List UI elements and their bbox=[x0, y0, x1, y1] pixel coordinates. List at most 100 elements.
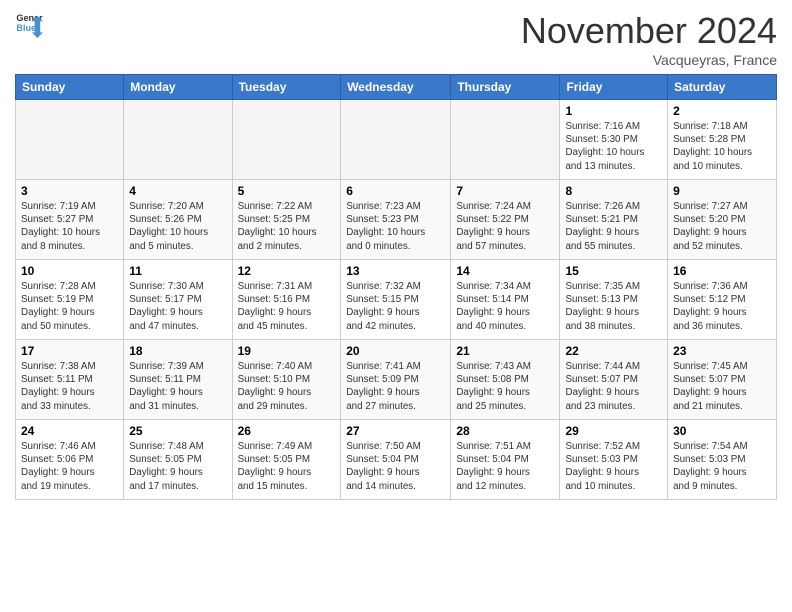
calendar-cell: 11 Sunrise: 7:30 AMSunset: 5:17 PMDayligh… bbox=[124, 260, 232, 340]
day-info: Sunrise: 7:46 AMSunset: 5:06 PMDaylight:… bbox=[21, 440, 118, 493]
month-title: November 2024 bbox=[521, 10, 777, 52]
calendar-cell: 19 Sunrise: 7:40 AMSunset: 5:10 PMDayligh… bbox=[232, 340, 341, 420]
day-info: Sunrise: 7:34 AMSunset: 5:14 PMDaylight:… bbox=[456, 280, 554, 333]
week-row-2: 3Sunrise: 7:19 AMSunset: 5:27 PMDaylight… bbox=[16, 180, 777, 260]
day-number: 29 bbox=[565, 424, 662, 438]
day-number: 8 bbox=[565, 184, 662, 198]
day-info: Sunrise: 7:45 AMSunset: 5:07 PMDaylight:… bbox=[673, 360, 771, 413]
day-number: 16 bbox=[673, 264, 771, 278]
logo-icon: General Blue bbox=[15, 10, 43, 38]
week-row-4: 17 Sunrise: 7:38 AMSunset: 5:11 PMDayligh… bbox=[16, 340, 777, 420]
day-number: 28 bbox=[456, 424, 554, 438]
day-info: Sunrise: 7:41 AMSunset: 5:09 PMDaylight:… bbox=[346, 360, 445, 413]
week-row-1: 1Sunrise: 7:16 AMSunset: 5:30 PMDaylight… bbox=[16, 100, 777, 180]
calendar-cell bbox=[232, 100, 341, 180]
week-row-5: 24 Sunrise: 7:46 AMSunset: 5:06 PMDayligh… bbox=[16, 420, 777, 500]
day-info: Sunrise: 7:24 AMSunset: 5:22 PMDaylight:… bbox=[456, 200, 554, 253]
calendar-cell: 9 Sunrise: 7:27 AMSunset: 5:20 PMDaylight… bbox=[668, 180, 777, 260]
calendar-cell bbox=[341, 100, 451, 180]
calendar-cell: 7 Sunrise: 7:24 AMSunset: 5:22 PMDaylight… bbox=[451, 180, 560, 260]
weekday-header-thursday: Thursday bbox=[451, 75, 560, 100]
day-info: Sunrise: 7:54 AMSunset: 5:03 PMDaylight:… bbox=[673, 440, 771, 493]
day-number: 6 bbox=[346, 184, 445, 198]
day-info: Sunrise: 7:40 AMSunset: 5:10 PMDaylight:… bbox=[238, 360, 336, 413]
day-number: 17 bbox=[21, 344, 118, 358]
main-container: General Blue November 2024 Vacqueyras, F… bbox=[0, 0, 792, 510]
calendar-cell: 30 Sunrise: 7:54 AMSunset: 5:03 PMDayligh… bbox=[668, 420, 777, 500]
day-info: Sunrise: 7:26 AMSunset: 5:21 PMDaylight:… bbox=[565, 200, 662, 253]
calendar-cell: 23 Sunrise: 7:45 AMSunset: 5:07 PMDayligh… bbox=[668, 340, 777, 420]
calendar-cell: 2 Sunrise: 7:18 AMSunset: 5:28 PMDaylight… bbox=[668, 100, 777, 180]
day-number: 25 bbox=[129, 424, 226, 438]
day-number: 12 bbox=[238, 264, 336, 278]
day-info: Sunrise: 7:28 AMSunset: 5:19 PMDaylight:… bbox=[21, 280, 118, 333]
day-info: Sunrise: 7:22 AMSunset: 5:25 PMDaylight:… bbox=[238, 200, 336, 253]
day-number: 21 bbox=[456, 344, 554, 358]
day-info: Sunrise: 7:23 AMSunset: 5:23 PMDaylight:… bbox=[346, 200, 445, 253]
day-number: 15 bbox=[565, 264, 662, 278]
day-info: Sunrise: 7:49 AMSunset: 5:05 PMDaylight:… bbox=[238, 440, 336, 493]
weekday-header-tuesday: Tuesday bbox=[232, 75, 341, 100]
calendar-cell: 3Sunrise: 7:19 AMSunset: 5:27 PMDaylight… bbox=[16, 180, 124, 260]
weekday-header-wednesday: Wednesday bbox=[341, 75, 451, 100]
calendar-cell: 24 Sunrise: 7:46 AMSunset: 5:06 PMDayligh… bbox=[16, 420, 124, 500]
day-info: Sunrise: 7:30 AMSunset: 5:17 PMDaylight:… bbox=[129, 280, 226, 333]
calendar-cell: 16Sunrise: 7:36 AMSunset: 5:12 PMDayligh… bbox=[668, 260, 777, 340]
day-number: 1 bbox=[565, 104, 662, 118]
day-info: Sunrise: 7:38 AMSunset: 5:11 PMDaylight:… bbox=[21, 360, 118, 413]
calendar-table: SundayMondayTuesdayWednesdayThursdayFrid… bbox=[15, 74, 777, 500]
weekday-header-saturday: Saturday bbox=[668, 75, 777, 100]
day-info: Sunrise: 7:48 AMSunset: 5:05 PMDaylight:… bbox=[129, 440, 226, 493]
day-number: 7 bbox=[456, 184, 554, 198]
header: General Blue November 2024 Vacqueyras, F… bbox=[15, 10, 777, 68]
day-info: Sunrise: 7:43 AMSunset: 5:08 PMDaylight:… bbox=[456, 360, 554, 413]
day-info: Sunrise: 7:50 AMSunset: 5:04 PMDaylight:… bbox=[346, 440, 445, 493]
calendar-cell: 17 Sunrise: 7:38 AMSunset: 5:11 PMDayligh… bbox=[16, 340, 124, 420]
calendar-cell: 4Sunrise: 7:20 AMSunset: 5:26 PMDaylight… bbox=[124, 180, 232, 260]
day-number: 14 bbox=[456, 264, 554, 278]
calendar-cell: 12 Sunrise: 7:31 AMSunset: 5:16 PMDayligh… bbox=[232, 260, 341, 340]
day-info: Sunrise: 7:52 AMSunset: 5:03 PMDaylight:… bbox=[565, 440, 662, 493]
calendar-cell: 21 Sunrise: 7:43 AMSunset: 5:08 PMDayligh… bbox=[451, 340, 560, 420]
day-number: 10 bbox=[21, 264, 118, 278]
day-number: 2 bbox=[673, 104, 771, 118]
day-number: 13 bbox=[346, 264, 445, 278]
day-number: 30 bbox=[673, 424, 771, 438]
week-row-3: 10 Sunrise: 7:28 AMSunset: 5:19 PMDayligh… bbox=[16, 260, 777, 340]
day-info: Sunrise: 7:35 AMSunset: 5:13 PMDaylight:… bbox=[565, 280, 662, 333]
calendar-cell: 6 Sunrise: 7:23 AMSunset: 5:23 PMDaylight… bbox=[341, 180, 451, 260]
day-number: 11 bbox=[129, 264, 226, 278]
weekday-header-sunday: Sunday bbox=[16, 75, 124, 100]
calendar-cell: 1Sunrise: 7:16 AMSunset: 5:30 PMDaylight… bbox=[560, 100, 668, 180]
weekday-header-friday: Friday bbox=[560, 75, 668, 100]
day-number: 18 bbox=[129, 344, 226, 358]
day-number: 5 bbox=[238, 184, 336, 198]
calendar-cell: 25 Sunrise: 7:48 AMSunset: 5:05 PMDayligh… bbox=[124, 420, 232, 500]
calendar-cell: 22Sunrise: 7:44 AMSunset: 5:07 PMDayligh… bbox=[560, 340, 668, 420]
calendar-cell: 5 Sunrise: 7:22 AMSunset: 5:25 PMDaylight… bbox=[232, 180, 341, 260]
calendar-cell bbox=[124, 100, 232, 180]
day-number: 4 bbox=[129, 184, 226, 198]
day-info: Sunrise: 7:32 AMSunset: 5:15 PMDaylight:… bbox=[346, 280, 445, 333]
calendar-cell: 10 Sunrise: 7:28 AMSunset: 5:19 PMDayligh… bbox=[16, 260, 124, 340]
weekday-header-monday: Monday bbox=[124, 75, 232, 100]
day-info: Sunrise: 7:18 AMSunset: 5:28 PMDaylight:… bbox=[673, 120, 771, 173]
day-number: 24 bbox=[21, 424, 118, 438]
logo: General Blue bbox=[15, 10, 43, 38]
day-number: 23 bbox=[673, 344, 771, 358]
calendar-cell: 28Sunrise: 7:51 AMSunset: 5:04 PMDayligh… bbox=[451, 420, 560, 500]
day-number: 9 bbox=[673, 184, 771, 198]
day-number: 20 bbox=[346, 344, 445, 358]
day-number: 26 bbox=[238, 424, 336, 438]
day-number: 27 bbox=[346, 424, 445, 438]
day-info: Sunrise: 7:27 AMSunset: 5:20 PMDaylight:… bbox=[673, 200, 771, 253]
svg-text:Blue: Blue bbox=[16, 23, 36, 33]
day-info: Sunrise: 7:39 AMSunset: 5:11 PMDaylight:… bbox=[129, 360, 226, 413]
day-info: Sunrise: 7:19 AMSunset: 5:27 PMDaylight:… bbox=[21, 200, 118, 253]
location: Vacqueyras, France bbox=[521, 52, 777, 68]
calendar-cell: 14 Sunrise: 7:34 AMSunset: 5:14 PMDayligh… bbox=[451, 260, 560, 340]
calendar-cell: 27 Sunrise: 7:50 AMSunset: 5:04 PMDayligh… bbox=[341, 420, 451, 500]
day-number: 19 bbox=[238, 344, 336, 358]
day-info: Sunrise: 7:31 AMSunset: 5:16 PMDaylight:… bbox=[238, 280, 336, 333]
weekday-header-row: SundayMondayTuesdayWednesdayThursdayFrid… bbox=[16, 75, 777, 100]
